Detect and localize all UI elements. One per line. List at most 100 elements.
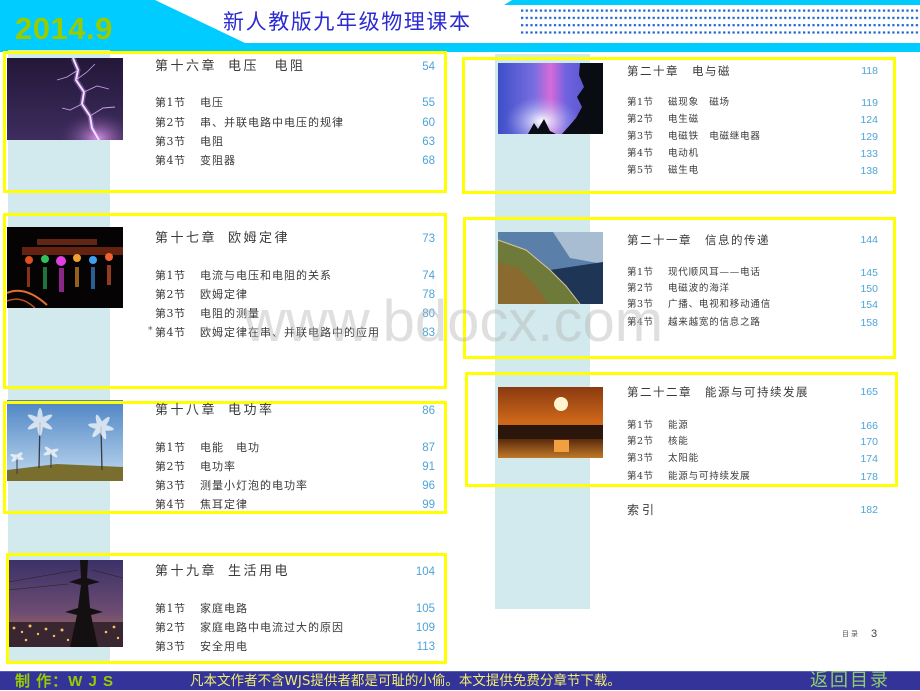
section-label: 第4节	[155, 154, 186, 167]
chapter-heading: 第十七章 欧姆定律 73	[155, 231, 435, 247]
chapter-page-number: 86	[422, 405, 435, 417]
section-label: 第4节	[155, 498, 186, 511]
index-label: 索引	[627, 503, 658, 517]
section-row: 第3节 电磁铁 电磁继电器 129	[627, 131, 878, 143]
section-label: 第3节	[155, 640, 186, 653]
section-title: 能源与可持续发展	[668, 471, 751, 482]
section-label: 第3节	[155, 135, 186, 148]
chapter-page-number: 165	[860, 386, 878, 398]
section-label: 第2节	[155, 460, 186, 473]
chapter-title: 能源与可持续发展	[705, 385, 809, 399]
section-title: 家庭电路中电流过大的原因	[200, 621, 344, 634]
section-title: 电阻	[200, 135, 224, 148]
section-page-number: 63	[422, 136, 435, 148]
section-row: 第4节 电动机 133	[627, 148, 878, 160]
section-title: 安全用电	[200, 640, 248, 653]
section-row: 第3节 电阻 63	[155, 135, 435, 149]
author-credit: 制 作：W J S	[15, 673, 115, 690]
chapter-page-number: 104	[415, 566, 435, 578]
section-row: 第1节 现代顺风耳——电话 145	[627, 267, 878, 279]
section-label: 第2节	[155, 288, 186, 301]
section-label: 第4节	[627, 148, 654, 159]
section-label: 第4节	[155, 326, 186, 339]
section-row: 第2节 欧姆定律 78	[155, 288, 435, 302]
section-page-number: 60	[422, 117, 435, 129]
header-banner: 2014.9 新人教版九年级物理课本	[0, 0, 920, 52]
section-page-number: 138	[860, 165, 878, 177]
chapter-number: 第十六章	[155, 59, 218, 74]
section-page-number: 178	[860, 471, 878, 483]
chapter-page-number: 118	[861, 65, 878, 77]
section-page-number: 170	[860, 436, 878, 448]
toc-chapter-21: 第二十一章 信息的传递 144 第1节 现代顺风耳——电话 145 第2节 电磁波的海…	[627, 233, 878, 333]
section-row: 第2节 电功率 91	[155, 460, 435, 474]
section-row: 第1节 电流与电压和电阻的关系 74	[155, 269, 435, 283]
section-page-number: 78	[422, 289, 435, 301]
chapter-number: 第十七章	[155, 231, 218, 246]
section-label: 第1节	[627, 420, 654, 431]
section-page-number: 145	[860, 267, 878, 279]
section-title: 电流与电压和电阻的关系	[200, 269, 332, 282]
section-label: 第2节	[155, 621, 186, 634]
optional-section-marker: *	[148, 326, 153, 336]
chapter-number: 第十八章	[155, 403, 218, 418]
section-label: 第1节	[155, 602, 186, 615]
back-to-contents-link[interactable]: 返回目录	[810, 671, 890, 691]
section-page-number: 119	[861, 97, 878, 109]
section-label: 第2节	[627, 114, 654, 125]
section-title: 能源	[668, 420, 689, 431]
section-title: 越来越宽的信息之路	[668, 317, 761, 328]
section-row: 第4节 变阻器 68	[155, 154, 435, 168]
toc-index-entry: 索引 182	[627, 503, 878, 517]
section-title: 广播、电视和移动通信	[668, 299, 772, 310]
chapter-heading: 第十九章 生活用电 104	[155, 564, 435, 580]
section-row: 第3节 广播、电视和移动通信 154	[627, 299, 878, 311]
section-title: 焦耳定律	[200, 498, 248, 511]
chapter-heading: 第二十章 电与磁 118	[627, 64, 878, 78]
section-label: 第1节	[155, 96, 186, 109]
section-page-number: 133	[860, 148, 878, 160]
chapter-number: 第二十一章	[627, 233, 692, 247]
section-page-number: 96	[422, 480, 435, 492]
section-page-number: 55	[422, 97, 435, 109]
section-row: 第1节 电能 电功 87	[155, 441, 435, 455]
section-title: 家庭电路	[200, 602, 248, 615]
section-row: 第1节 能源 166	[627, 420, 878, 432]
toc-chapter-20: 第二十章 电与磁 118 第1节 磁现象 磁场 119 第2节 电生磁 124 第3节…	[627, 64, 878, 179]
section-title: 串、并联电路中电压的规律	[200, 116, 344, 129]
toc-chapter-19: 第十九章 生活用电 104 第1节 家庭电路 105 第2节 家庭电路中电流过大的原因…	[155, 564, 435, 656]
chapter-number: 第二十二章	[627, 385, 692, 399]
section-title: 电压	[200, 96, 224, 109]
section-row: 第2节 家庭电路中电流过大的原因 109	[155, 621, 435, 635]
section-title: 欧姆定律在串、并联电路中的应用	[200, 326, 380, 339]
section-page-number: 113	[416, 641, 435, 653]
section-title: 现代顺风耳——电话	[668, 267, 761, 278]
section-label: 第2节	[155, 116, 186, 129]
section-label: 第3节	[155, 307, 186, 320]
section-row: 第1节 电压 55	[155, 96, 435, 110]
section-row: 第1节 磁现象 磁场 119	[627, 97, 878, 109]
section-page-number: 150	[860, 283, 878, 295]
section-title: 电阻的测量	[200, 307, 260, 320]
section-label: 第5节	[627, 165, 654, 176]
section-label: 第1节	[155, 269, 186, 282]
section-page-number: 80	[422, 308, 435, 320]
section-page-number: 154	[860, 299, 878, 311]
section-label: 第4节	[627, 317, 654, 328]
section-label: 第2节	[627, 436, 654, 447]
chapter-title: 电功率	[228, 403, 275, 418]
section-page-number: 83	[422, 327, 435, 339]
chapter-title: 电压 电阻	[228, 59, 306, 74]
document-title: 新人教版九年级物理课本	[223, 10, 472, 34]
section-page-number: 174	[860, 453, 878, 465]
section-row: 第3节 太阳能 174	[627, 453, 878, 465]
section-row: 第4节 焦耳定律 99	[155, 498, 435, 512]
chapter-title: 生活用电	[228, 564, 291, 579]
section-row: * 第4节 欧姆定律在串、并联电路中的应用 83	[148, 326, 435, 340]
section-title: 变阻器	[200, 154, 236, 167]
section-row: 第4节 越来越宽的信息之路 158	[627, 317, 878, 329]
chapter-number: 第十九章	[155, 564, 218, 579]
section-row: 第2节 电生磁 124	[627, 114, 878, 126]
section-page-number: 105	[415, 603, 435, 615]
chapter-heading: 第十八章 电功率 86	[155, 403, 435, 419]
